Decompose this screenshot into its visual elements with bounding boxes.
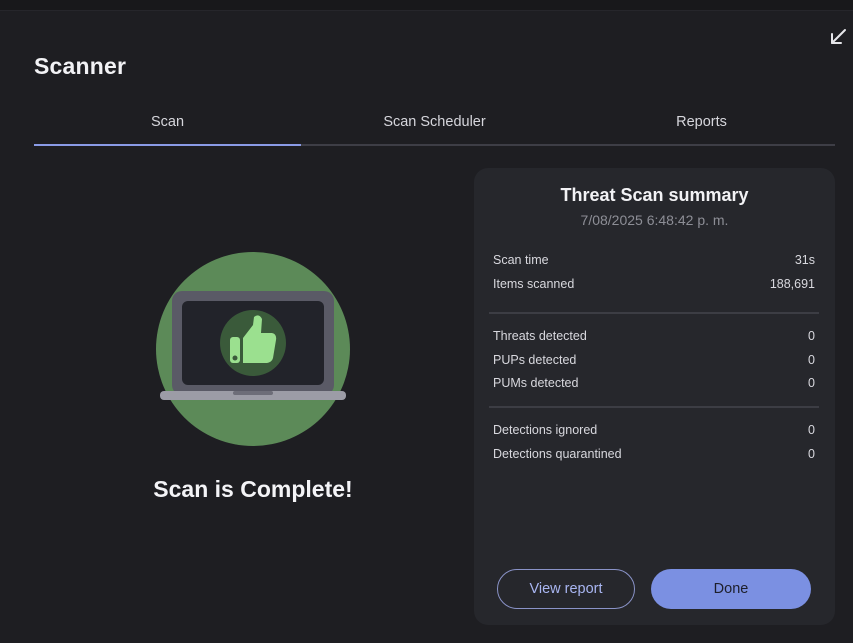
stat-row-pups: PUPs detected 0	[493, 349, 815, 373]
tab-bar: Scan Scan Scheduler Reports	[34, 108, 835, 146]
stat-label: PUPs detected	[493, 352, 577, 367]
stat-label: Detections quarantined	[493, 446, 622, 461]
divider	[489, 406, 819, 408]
stat-row-scan-time: Scan time 31s	[493, 249, 815, 273]
stat-label: PUMs detected	[493, 376, 579, 390]
threat-scan-summary-card: Threat Scan summary 7/08/2025 6:48:42 p.…	[474, 168, 835, 625]
detections-group: Threats detected 0 PUPs detected 0 PUMs …	[493, 325, 815, 396]
minimize-arrow-icon[interactable]	[827, 26, 849, 48]
title-bar	[0, 0, 853, 11]
stat-value: 188,691	[769, 276, 815, 291]
scan-complete-message: Scan is Complete!	[153, 476, 353, 502]
stat-value: 0	[808, 376, 815, 390]
view-report-button[interactable]: View report	[497, 569, 635, 609]
tab-scan-scheduler[interactable]: Scan Scheduler	[301, 108, 568, 144]
stat-label: Detections ignored	[493, 423, 598, 437]
laptop-thumbs-up-icon	[155, 251, 351, 447]
stat-row-pums: PUMs detected 0	[493, 372, 815, 396]
scan-info-group: Scan time 31s Items scanned 188,691	[493, 249, 815, 296]
tab-reports[interactable]: Reports	[568, 108, 835, 144]
handled-group: Detections ignored 0 Detections quaranti…	[493, 419, 815, 466]
page-title: Scanner	[34, 53, 127, 79]
stat-value: 0	[808, 446, 815, 461]
stat-label: Scan time	[493, 253, 549, 267]
stat-row-ignored: Detections ignored 0	[493, 419, 815, 443]
stat-value: 0	[808, 329, 815, 343]
divider	[489, 312, 819, 314]
summary-date: 7/08/2025 6:48:42 p. m.	[580, 212, 729, 228]
done-button[interactable]: Done	[651, 569, 811, 609]
stat-row-quarantined: Detections quarantined 0	[493, 443, 815, 467]
stat-value: 0	[808, 423, 815, 437]
scan-status-panel: Scan is Complete!	[34, 168, 472, 623]
summary-title: Threat Scan summary	[560, 185, 749, 205]
stat-row-items-scanned: Items scanned 188,691	[493, 273, 815, 297]
stat-value: 0	[808, 352, 815, 367]
scanner-window: Scanner Scan Scan Scheduler Reports Scan…	[0, 0, 853, 643]
stat-label: Items scanned	[493, 276, 575, 291]
stat-label: Threats detected	[493, 329, 587, 343]
stat-row-threats: Threats detected 0	[493, 325, 815, 349]
tab-scan[interactable]: Scan	[34, 108, 301, 146]
stat-value: 31s	[794, 253, 815, 267]
